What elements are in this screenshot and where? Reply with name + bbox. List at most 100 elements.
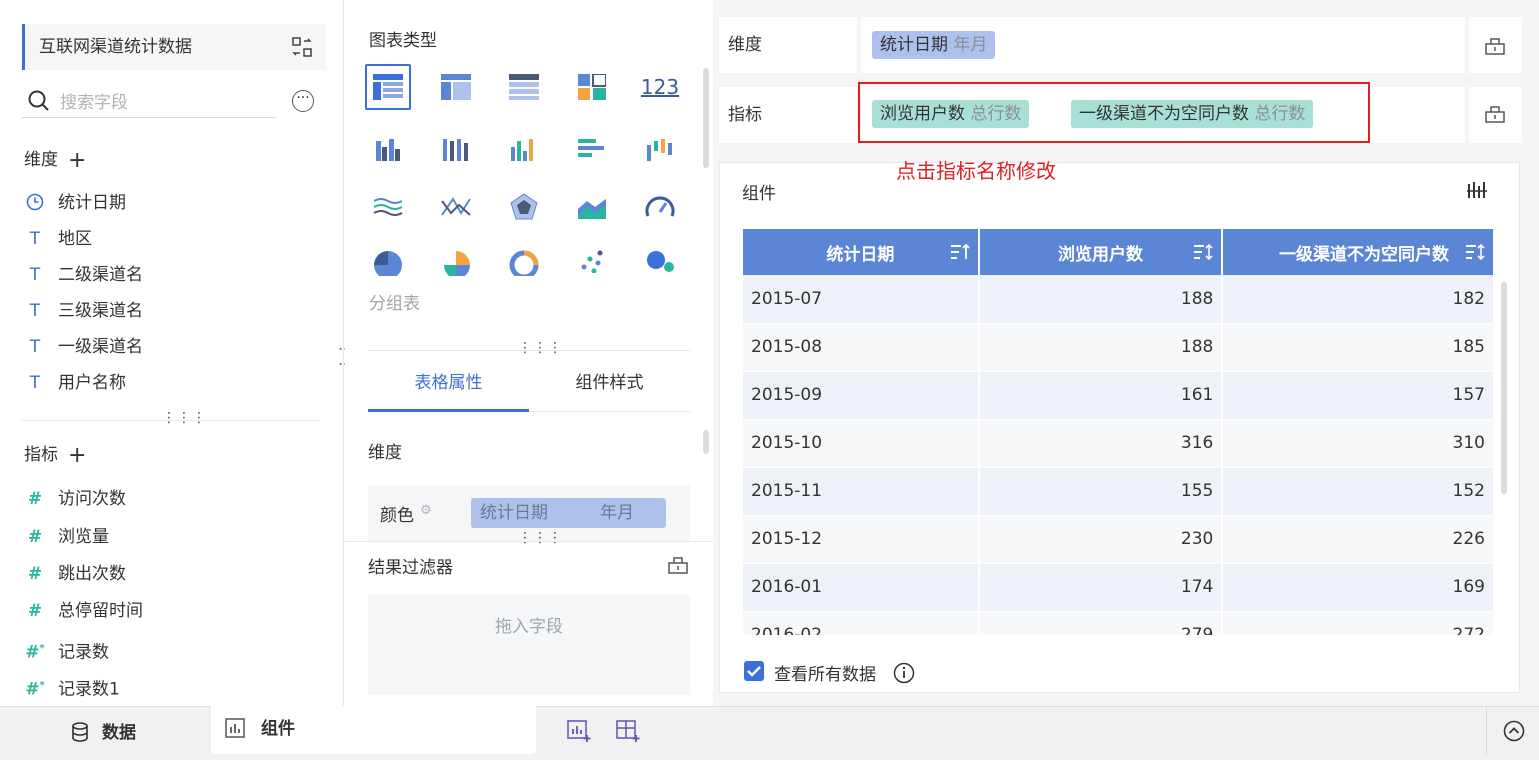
table-cell: 2015-07 bbox=[743, 275, 980, 324]
horizontal-bar-icon[interactable] bbox=[569, 126, 615, 172]
bubble-icon[interactable] bbox=[637, 244, 683, 276]
grouped-bar-icon[interactable] bbox=[365, 126, 411, 172]
resize-handle[interactable]: ⋮⋮⋮ bbox=[518, 340, 563, 356]
sort-icon[interactable] bbox=[1465, 243, 1485, 261]
cross-table-icon[interactable] bbox=[433, 64, 479, 110]
column-header[interactable]: 一级渠道不为空同户数 bbox=[1222, 229, 1495, 275]
lock-icon[interactable] bbox=[1485, 105, 1505, 123]
kpi-number-icon[interactable]: 123 bbox=[637, 64, 683, 110]
dimension-section-label: 维度 bbox=[368, 443, 402, 463]
more-options-icon[interactable]: ··· bbox=[292, 90, 314, 112]
field-label: 二级渠道名 bbox=[58, 265, 143, 285]
area-line-icon[interactable] bbox=[365, 184, 411, 230]
metric-row-label: 指标 bbox=[728, 105, 762, 125]
column-header[interactable]: 浏览用户数 bbox=[978, 229, 1224, 275]
table-row[interactable]: 2015-12 230 226 bbox=[743, 515, 1495, 564]
divider bbox=[22, 420, 320, 421]
table-row[interactable]: 2015-09 161 157 bbox=[743, 371, 1495, 420]
collapse-up-icon[interactable] bbox=[1503, 720, 1525, 742]
table-cell: 185 bbox=[1222, 323, 1495, 372]
table-row[interactable]: 2015-10 316 310 bbox=[743, 419, 1495, 468]
table-chart-icon[interactable] bbox=[365, 64, 411, 110]
area-chart-icon[interactable] bbox=[569, 184, 615, 230]
dimension-pill[interactable]: 统计日期 年月 bbox=[872, 31, 996, 59]
field-item[interactable]: T 一级渠道名 bbox=[24, 332, 143, 362]
field-label: 地区 bbox=[58, 229, 92, 249]
color-label: 颜色 bbox=[380, 506, 414, 526]
detail-table-icon[interactable] bbox=[501, 64, 547, 110]
table-cell: 2016-01 bbox=[743, 563, 980, 612]
table-cell: 161 bbox=[978, 371, 1224, 420]
field-item[interactable]: T 二级渠道名 bbox=[24, 260, 143, 290]
table-cell: 2015-09 bbox=[743, 371, 980, 420]
add-dashboard-icon[interactable] bbox=[616, 719, 640, 743]
pie-icon[interactable] bbox=[365, 244, 411, 276]
table-cell: 169 bbox=[1222, 563, 1495, 612]
resize-handle[interactable]: ⋮⋮⋮ bbox=[518, 530, 563, 546]
tab-component-style[interactable]: 组件样式 bbox=[529, 360, 690, 412]
color-field-pill[interactable]: 统计日期 年月 bbox=[471, 498, 666, 528]
number-type-icon: # bbox=[27, 527, 43, 547]
field-search-input[interactable]: 搜索字段 bbox=[22, 84, 276, 118]
line-chart-icon[interactable] bbox=[433, 184, 479, 230]
field-item[interactable]: # 浏览量 bbox=[24, 522, 109, 552]
field-item[interactable]: T 三级渠道名 bbox=[24, 296, 143, 326]
dimension-drop-zone[interactable]: 统计日期 年月 bbox=[861, 17, 1465, 73]
field-item[interactable]: # 访问次数 bbox=[24, 484, 126, 514]
tab-component[interactable]: 组件 bbox=[211, 706, 536, 754]
sort-icon[interactable] bbox=[1193, 243, 1213, 261]
info-icon[interactable] bbox=[893, 662, 915, 684]
table-row[interactable]: 2015-11 155 152 bbox=[743, 467, 1495, 516]
radar-icon[interactable] bbox=[501, 184, 547, 230]
multi-bar-icon[interactable] bbox=[501, 126, 547, 172]
metric-row-label-box: 指标 bbox=[719, 87, 857, 143]
dashboard-icon[interactable] bbox=[569, 64, 615, 110]
field-item[interactable]: T 地区 bbox=[24, 224, 92, 254]
settings-gear-icon[interactable]: ⚙ bbox=[420, 503, 432, 518]
dataset-title-bar[interactable]: 互联网渠道统计数据 bbox=[22, 24, 326, 70]
gauge-icon[interactable] bbox=[637, 184, 683, 230]
chart-settings-icon[interactable] bbox=[1467, 180, 1487, 200]
chart-icon bbox=[225, 718, 245, 738]
column-header[interactable]: 统计日期 bbox=[743, 229, 980, 275]
field-item[interactable]: T 用户名称 bbox=[24, 368, 126, 398]
resize-handle[interactable]: ⋮⋮⋮ bbox=[162, 410, 207, 426]
text-type-icon: T bbox=[29, 265, 41, 285]
filter-drop-zone[interactable]: 拖入字段 bbox=[368, 595, 690, 695]
tab-data[interactable]: 数据 bbox=[70, 719, 136, 747]
add-dimension-icon[interactable]: + bbox=[68, 148, 86, 173]
tab-table-properties[interactable]: 表格属性 bbox=[368, 360, 529, 412]
table-row[interactable]: 2016-02 279 272 bbox=[743, 611, 1495, 635]
field-label: 记录数 bbox=[58, 642, 109, 663]
lock-icon[interactable] bbox=[668, 556, 688, 574]
pill-field: 统计日期 bbox=[880, 35, 948, 55]
table-body: 2015-07 188 182 2015-08 188 185 2015-09 161 157 2… bbox=[743, 275, 1495, 635]
waterfall-icon[interactable] bbox=[637, 126, 683, 172]
field-item[interactable]: # 总停留时间 bbox=[24, 596, 143, 626]
scrollbar[interactable] bbox=[703, 430, 709, 454]
add-metric-icon[interactable]: + bbox=[68, 443, 86, 468]
table-cell: 230 bbox=[978, 515, 1224, 564]
ring-chart-icon[interactable] bbox=[501, 244, 547, 276]
field-item[interactable]: #* 记录数1 bbox=[24, 671, 120, 701]
view-all-checkbox[interactable] bbox=[744, 661, 764, 681]
scatter-icon[interactable] bbox=[569, 244, 615, 276]
field-item[interactable]: # 跳出次数 bbox=[24, 559, 126, 589]
stacked-bar-icon[interactable] bbox=[433, 126, 479, 172]
lock-icon[interactable] bbox=[1485, 37, 1505, 55]
add-component-icon[interactable] bbox=[567, 719, 591, 743]
rose-pie-icon[interactable] bbox=[433, 244, 479, 276]
scrollbar[interactable] bbox=[703, 68, 709, 168]
table-cell: 272 bbox=[1222, 611, 1495, 635]
config-panel: 图表类型 123 分组表 ⋮⋮⋮ 表格属性 组件样式 维度 颜色 ⚙ 统计日期 … bbox=[345, 0, 713, 706]
field-item[interactable]: 统计日期 bbox=[24, 188, 126, 218]
table-scrollbar[interactable] bbox=[1501, 282, 1507, 494]
field-item[interactable]: #* 记录数 bbox=[24, 634, 109, 664]
table-row[interactable]: 2015-07 188 182 bbox=[743, 275, 1495, 324]
table-row[interactable]: 2016-01 174 169 bbox=[743, 563, 1495, 612]
sort-icon[interactable] bbox=[950, 243, 970, 261]
table-row[interactable]: 2015-08 188 185 bbox=[743, 323, 1495, 372]
field-panel: 互联网渠道统计数据 搜索字段 ··· 维度 + 统计日期 T 地区 T 二级渠道名 T… bbox=[0, 0, 344, 706]
table-cell: 152 bbox=[1222, 467, 1495, 516]
switch-dataset-icon[interactable] bbox=[292, 37, 312, 57]
